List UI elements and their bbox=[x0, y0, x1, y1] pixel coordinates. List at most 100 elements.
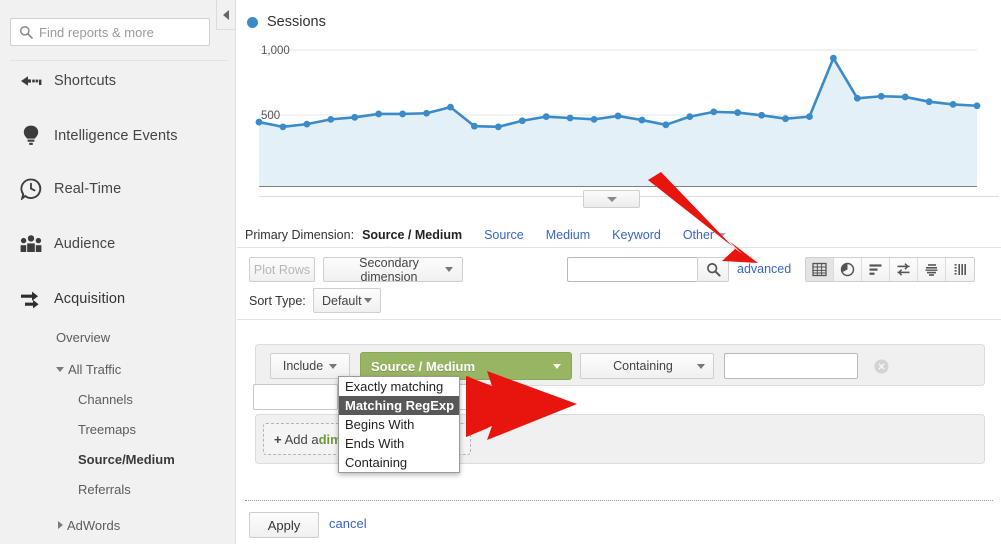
sidebar-item-label: Audience bbox=[54, 236, 115, 252]
sidebar-item-label: Treemaps bbox=[78, 422, 136, 437]
primary-dimension-label: Primary Dimension: bbox=[245, 228, 354, 242]
plus-icon: + bbox=[274, 432, 282, 447]
primary-dimension-keyword[interactable]: Keyword bbox=[612, 228, 661, 242]
chart-data-point[interactable] bbox=[399, 111, 406, 118]
chart-data-point[interactable] bbox=[950, 101, 957, 108]
chart-data-point[interactable] bbox=[591, 116, 598, 123]
sort-type-button[interactable]: Default bbox=[313, 288, 381, 313]
sidebar-item-label: Shortcuts bbox=[54, 73, 116, 89]
chart-data-point[interactable] bbox=[327, 116, 334, 123]
table-view-icon[interactable] bbox=[806, 258, 834, 281]
sidebar-item-treemaps[interactable]: Treemaps bbox=[0, 414, 236, 444]
sidebar-item-overview[interactable]: Overview bbox=[0, 322, 236, 352]
apply-button[interactable]: Apply bbox=[249, 512, 319, 538]
chevron-down-icon bbox=[718, 233, 726, 237]
match-type-dropdown-menu[interactable]: Exactly matchingMatching RegExpBegins Wi… bbox=[338, 376, 460, 473]
plot-rows-label: Plot Rows bbox=[254, 263, 310, 277]
filter-dimension-label: Source / Medium bbox=[371, 359, 553, 374]
sidebar-item-label: Referrals bbox=[78, 482, 131, 497]
sidebar-item-acquisition[interactable]: Acquisition bbox=[0, 276, 236, 322]
primary-dimension-source[interactable]: Source bbox=[484, 228, 524, 242]
chart-data-point[interactable] bbox=[782, 115, 789, 122]
chart-data-point[interactable] bbox=[830, 55, 837, 62]
chart-data-point[interactable] bbox=[351, 114, 358, 121]
y-tick-label: 500 bbox=[261, 110, 280, 122]
acquisition-arrows-icon bbox=[8, 288, 54, 310]
match-option-ends-with[interactable]: Ends With bbox=[339, 434, 459, 453]
people-icon bbox=[8, 234, 54, 254]
chart-data-point[interactable] bbox=[495, 123, 502, 130]
sidebar-item-all-traffic[interactable]: All Traffic bbox=[0, 354, 236, 384]
pie-chart-view-icon[interactable] bbox=[834, 258, 862, 281]
search-input[interactable] bbox=[37, 20, 202, 44]
chart-data-point[interactable] bbox=[974, 102, 981, 109]
chart-data-point[interactable] bbox=[543, 113, 550, 120]
chart-data-point[interactable] bbox=[926, 98, 933, 105]
filter-match-label: Containing bbox=[589, 359, 697, 373]
footer-divider bbox=[245, 500, 993, 501]
performance-view-icon[interactable] bbox=[890, 258, 918, 281]
match-option-matching-regexp[interactable]: Matching RegExp bbox=[339, 396, 459, 415]
sidebar-item-adwords[interactable]: AdWords bbox=[0, 510, 236, 540]
sidebar-item-label: Real-Time bbox=[54, 181, 121, 197]
secondary-dimension-button[interactable]: Secondary dimension bbox=[323, 257, 463, 282]
cancel-link[interactable]: cancel bbox=[329, 516, 367, 531]
match-option-exactly-matching[interactable]: Exactly matching bbox=[339, 377, 459, 396]
sidebar-item-audience[interactable]: Audience bbox=[0, 221, 236, 267]
chart-data-point[interactable] bbox=[447, 104, 454, 111]
chart-data-point[interactable] bbox=[423, 110, 430, 117]
primary-dimension-other-label: Other bbox=[683, 228, 714, 242]
chart-data-point[interactable] bbox=[639, 117, 646, 124]
bar-chart-view-icon[interactable] bbox=[862, 258, 890, 281]
chart-data-point[interactable] bbox=[806, 113, 813, 120]
sidebar-collapse-button[interactable] bbox=[216, 0, 236, 30]
comparison-view-icon[interactable] bbox=[918, 258, 946, 281]
sidebar-item-channels[interactable]: Channels bbox=[0, 384, 236, 414]
legend-color-dot bbox=[247, 17, 258, 28]
chevron-down-icon bbox=[553, 364, 561, 369]
chart-data-point[interactable] bbox=[256, 119, 263, 126]
plot-rows-button[interactable]: Plot Rows bbox=[249, 257, 315, 282]
primary-dimension-other[interactable]: Other bbox=[683, 228, 726, 242]
report-search-button[interactable] bbox=[697, 257, 729, 282]
advanced-link[interactable]: advanced bbox=[737, 262, 791, 276]
chart-data-point[interactable] bbox=[902, 94, 909, 101]
include-label: Include bbox=[283, 359, 323, 373]
chart-data-point[interactable] bbox=[615, 113, 622, 120]
primary-dimension-row: Primary Dimension: Source / Medium Sourc… bbox=[237, 222, 1001, 248]
clock-icon bbox=[8, 178, 54, 200]
chart-data-point[interactable] bbox=[662, 121, 669, 128]
sidebar-item-source-medium[interactable]: Source/Medium bbox=[0, 444, 236, 474]
report-search-input[interactable] bbox=[567, 257, 697, 282]
sidebar-item-real-time[interactable]: Real-Time bbox=[0, 166, 236, 212]
primary-dimension-medium[interactable]: Medium bbox=[546, 228, 590, 242]
match-option-containing[interactable]: Containing bbox=[339, 453, 459, 472]
chart-data-point[interactable] bbox=[471, 123, 478, 130]
chart-zoom-handle[interactable] bbox=[583, 190, 640, 208]
match-option-begins-with[interactable]: Begins With bbox=[339, 415, 459, 434]
pivot-view-icon[interactable] bbox=[946, 258, 974, 281]
chart-data-point[interactable] bbox=[375, 111, 382, 118]
chart-data-point[interactable] bbox=[734, 109, 741, 116]
sidebar-item-shortcuts[interactable]: Shortcuts bbox=[0, 58, 236, 104]
chart-data-point[interactable] bbox=[878, 93, 885, 100]
chart-legend: Sessions bbox=[247, 14, 326, 30]
primary-dimension-active[interactable]: Source / Medium bbox=[362, 228, 462, 242]
chart-data-point[interactable] bbox=[710, 108, 717, 115]
chevron-right-icon bbox=[58, 521, 63, 529]
chart-data-point[interactable] bbox=[303, 121, 310, 128]
chart-data-point[interactable] bbox=[854, 95, 861, 102]
sidebar-item-intelligence-events[interactable]: Intelligence Events bbox=[0, 113, 236, 159]
sessions-line-chart[interactable]: 1,000 500 Mar 22Mar 29Apr 5Apr 12 bbox=[237, 34, 1001, 192]
filter-match-type-button[interactable]: Containing bbox=[580, 353, 714, 379]
chart-data-point[interactable] bbox=[519, 117, 526, 124]
chart-data-point[interactable] bbox=[686, 113, 693, 120]
filter-value-input[interactable] bbox=[724, 353, 858, 379]
chart-data-point[interactable] bbox=[567, 115, 574, 122]
chart-data-point[interactable] bbox=[758, 112, 765, 119]
clear-circle-icon[interactable] bbox=[874, 359, 889, 374]
filter-range-left-input[interactable] bbox=[253, 384, 338, 410]
sidebar-item-referrals[interactable]: Referrals bbox=[0, 474, 236, 504]
chart-data-point[interactable] bbox=[280, 123, 287, 130]
search-input-wrapper[interactable] bbox=[10, 18, 210, 46]
